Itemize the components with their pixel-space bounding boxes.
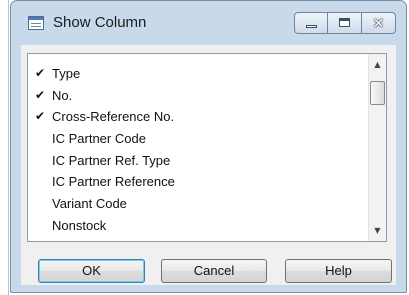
minimize-button[interactable] (294, 12, 328, 34)
column-list-item[interactable]: ✔ No. (28, 85, 367, 107)
column-label: IC Partner Reference (52, 174, 175, 190)
column-list-items: ✔ Type ✔ No. ✔ Cross-Reference No. IC Partner … (28, 63, 367, 237)
window-controls: ✕ (294, 12, 396, 34)
column-label: Cross-Reference No. (52, 109, 175, 125)
column-list-item[interactable]: ✔ Cross-Reference No. (28, 106, 367, 128)
column-label: Type (52, 66, 81, 81)
dialog-buttons: OK Cancel Help (21, 259, 396, 283)
column-list-item[interactable]: IC Partner Ref. Type (28, 150, 367, 172)
show-column-dialog: Show Column ✕ ✔ Type ✔ No. ✔ Cross-Reference … (10, 0, 407, 293)
column-label: Variant Code (52, 196, 127, 212)
column-list[interactable]: ✔ Type ✔ No. ✔ Cross-Reference No. IC Partner … (27, 53, 387, 242)
dialog-body: ✔ Type ✔ No. ✔ Cross-Reference No. IC Partner … (21, 45, 396, 285)
maximize-button[interactable] (328, 12, 362, 34)
column-list-item[interactable]: IC Partner Reference (28, 171, 367, 193)
table-icon (28, 16, 44, 30)
maximize-icon (339, 18, 350, 27)
column-list-item[interactable]: Variant Code (28, 193, 367, 215)
scrollbar-thumb[interactable] (370, 81, 385, 105)
column-label: IC Partner Code (52, 131, 146, 147)
background-window-edge (8, 0, 9, 295)
dialog-title: Show Column (53, 14, 147, 31)
minimize-icon (306, 25, 317, 28)
close-button[interactable]: ✕ (362, 12, 396, 34)
checkmark-icon: ✔ (35, 66, 46, 80)
ok-button[interactable]: OK (38, 259, 145, 283)
scroll-up-arrow-icon[interactable]: ▲ (369, 56, 386, 73)
help-button[interactable]: Help (285, 259, 392, 283)
checkmark-icon: ✔ (35, 87, 46, 102)
column-list-item[interactable]: IC Partner Code (28, 128, 367, 150)
vertical-scrollbar[interactable]: ▲ ▼ (368, 54, 386, 241)
column-list-item[interactable]: Nonstock (28, 215, 367, 237)
scroll-down-arrow-icon[interactable]: ▼ (369, 222, 386, 239)
cancel-button[interactable]: Cancel (161, 259, 267, 283)
column-label: IC Partner Ref. Type (52, 152, 171, 168)
checkmark-icon: ✔ (35, 109, 46, 124)
column-label: Nonstock (52, 217, 107, 233)
column-label: No. (52, 87, 73, 103)
column-list-item[interactable]: ✔ Type (28, 63, 367, 85)
title-bar[interactable]: Show Column ✕ (11, 1, 406, 45)
close-icon: ✕ (372, 15, 385, 31)
